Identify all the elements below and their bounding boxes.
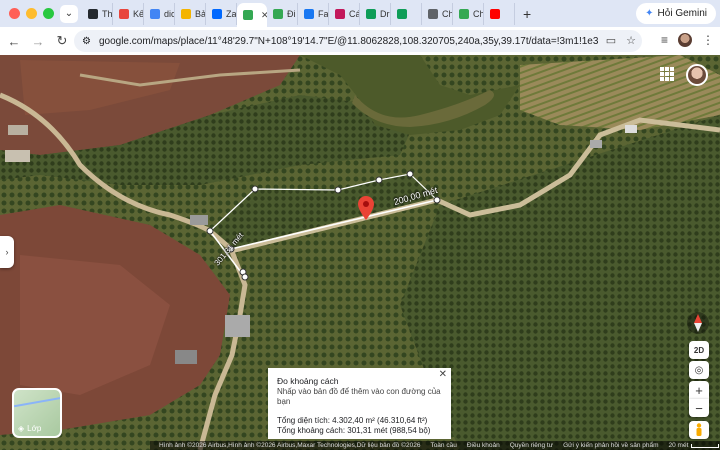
zoom-in-button[interactable]: +: [689, 381, 709, 399]
map-footer: Hình ảnh ©2026 Airbus,Hình ảnh ©2026 Air…: [150, 441, 720, 450]
tab-title: Đi: [287, 8, 296, 19]
maps-icon: [459, 8, 469, 19]
browser-tab[interactable]: [391, 2, 422, 25]
map-scale[interactable]: 20 mét: [669, 442, 720, 449]
browser-tab[interactable]: [484, 2, 515, 25]
footer-link-privacy[interactable]: Quyền riêng tư: [510, 442, 553, 449]
zoom-out-label: −: [695, 400, 703, 416]
chrome-icon: [428, 8, 438, 19]
ask-gemini-label: Hỏi Gemini: [657, 8, 707, 19]
tab-title: Za: [226, 8, 237, 19]
address-bar[interactable]: ⚙ google.com/maps/place/11°48'29.7"N+108…: [74, 30, 642, 52]
tab-title: Th: [102, 8, 113, 19]
tab-title: Cá: [349, 8, 360, 19]
layers-label: Lớp: [27, 424, 42, 433]
measure-title: Đo khoảng cách: [277, 376, 339, 386]
close-icon[interactable]: ✕: [439, 369, 447, 381]
measure-distance-panel: ✕ Đo khoảng cách Nhấp vào bản đồ để thêm…: [268, 368, 451, 439]
maps-icon: [243, 10, 253, 20]
youtube-icon: [490, 8, 500, 19]
satellite-map[interactable]: 200,00 mét 301,31 mét › ◈ Lớp 2D ◎ + − ✕…: [0, 55, 720, 450]
minimize-window-button[interactable]: [26, 8, 37, 19]
profile-avatar[interactable]: [678, 33, 692, 47]
footer-link-global[interactable]: Toàn cầu: [430, 442, 456, 449]
browser-tab[interactable]: ✕: [237, 3, 267, 27]
browser-toolbar: ← → ↻ ⚙ google.com/maps/place/11°48'29.7…: [0, 27, 720, 55]
reading-list-icon[interactable]: ≡: [661, 33, 668, 47]
compass-icon[interactable]: [687, 312, 709, 334]
maximize-window-button[interactable]: [43, 8, 54, 19]
browser-tab[interactable]: Fa: [298, 2, 329, 25]
browser-tab[interactable]: Za: [206, 2, 237, 25]
forward-arrow-icon[interactable]: →: [26, 34, 50, 49]
tab-title: Ch: [442, 8, 453, 19]
maps-icon: [273, 8, 283, 19]
browser-tab[interactable]: Kế: [113, 2, 144, 25]
browser-tab[interactable]: dic: [144, 2, 175, 25]
target-icon: [119, 8, 129, 19]
measure-hint: Nhấp vào bản đồ để thêm vào con đường củ…: [277, 386, 441, 407]
total-area: Tổng diện tích: 4.302,40 m² (46.310,64 f…: [277, 415, 428, 425]
github-icon: [88, 8, 98, 19]
footer-link-terms[interactable]: Điều khoản: [467, 442, 500, 449]
tab-strip: ⌄ Th Kế dic Bả Za ✕ Đi Fa Cá Dr Ch Ch + ✦ Hỏi Gemin…: [0, 0, 720, 27]
tab-title: dic: [164, 8, 175, 19]
footer-link-feedback[interactable]: Gửi ý kiến phản hồi về sản phẩm: [563, 442, 658, 449]
layers-icon: ◈: [18, 424, 25, 433]
cast-icon[interactable]: ▭: [606, 34, 616, 47]
new-tab-button[interactable]: +: [515, 6, 539, 22]
tab-title: Dr: [380, 8, 390, 19]
tilt-2d-button[interactable]: 2D: [689, 341, 709, 359]
facebook-icon: [304, 8, 314, 19]
tab-search-icon[interactable]: ⌄: [60, 4, 78, 23]
slides-icon: [181, 8, 191, 19]
browser-tab[interactable]: Bả: [175, 2, 206, 25]
tilt-label: 2D: [693, 345, 705, 355]
ask-gemini-button[interactable]: ✦ Hỏi Gemini: [636, 3, 716, 24]
layers-button[interactable]: ◈ Lớp: [12, 388, 62, 438]
url-text[interactable]: google.com/maps/place/11°48'29.7"N+108°1…: [99, 36, 599, 47]
pegman-icon[interactable]: [689, 421, 709, 439]
tab-title: Bả: [195, 8, 206, 19]
scale-bar: [691, 443, 720, 448]
total-distance: Tổng khoảng cách: 301,31 mét (988,54 bộ): [277, 426, 431, 435]
site-settings-icon[interactable]: ⚙: [82, 36, 91, 47]
location-pin-icon[interactable]: [358, 196, 374, 220]
calendar-icon: [335, 8, 345, 19]
reload-icon[interactable]: ↻: [50, 33, 74, 49]
browser-tab[interactable]: Th: [82, 2, 113, 25]
tab-title: Ch: [473, 8, 484, 19]
account-avatar[interactable]: [686, 64, 708, 86]
tab-title: Kế: [133, 8, 144, 19]
browser-menu-icon[interactable]: ⋮: [702, 33, 714, 47]
browser-tab[interactable]: Ch: [422, 2, 453, 25]
bookmark-star-icon[interactable]: ☆: [626, 34, 636, 47]
browser-tab[interactable]: Dr: [360, 2, 391, 25]
browser-tab[interactable]: Cá: [329, 2, 360, 25]
zalo-icon: [212, 8, 222, 19]
close-window-button[interactable]: [9, 8, 20, 19]
expand-side-panel-button[interactable]: ›: [0, 236, 14, 268]
back-arrow-icon[interactable]: ←: [2, 34, 26, 49]
browser-tab[interactable]: Đi: [267, 2, 298, 25]
scale-label: 20 mét: [668, 442, 689, 449]
layer-preview-thumbnail: [14, 394, 60, 412]
my-location-icon[interactable]: ◎: [689, 361, 709, 379]
window-controls: [0, 8, 60, 19]
drive-icon: [366, 8, 376, 19]
browser-tab[interactable]: Ch: [453, 2, 484, 25]
gemini-sparkle-icon: ✦: [645, 8, 654, 19]
google-apps-icon[interactable]: [660, 67, 674, 81]
tab-title: Fa: [318, 8, 329, 19]
sheet-heart-icon: [397, 8, 407, 19]
zoom-in-label: +: [695, 382, 703, 398]
google-icon: [150, 8, 160, 19]
zoom-out-button[interactable]: −: [689, 399, 709, 417]
imagery-attribution: Hình ảnh ©2026 Airbus,Hình ảnh ©2026 Air…: [159, 442, 421, 449]
